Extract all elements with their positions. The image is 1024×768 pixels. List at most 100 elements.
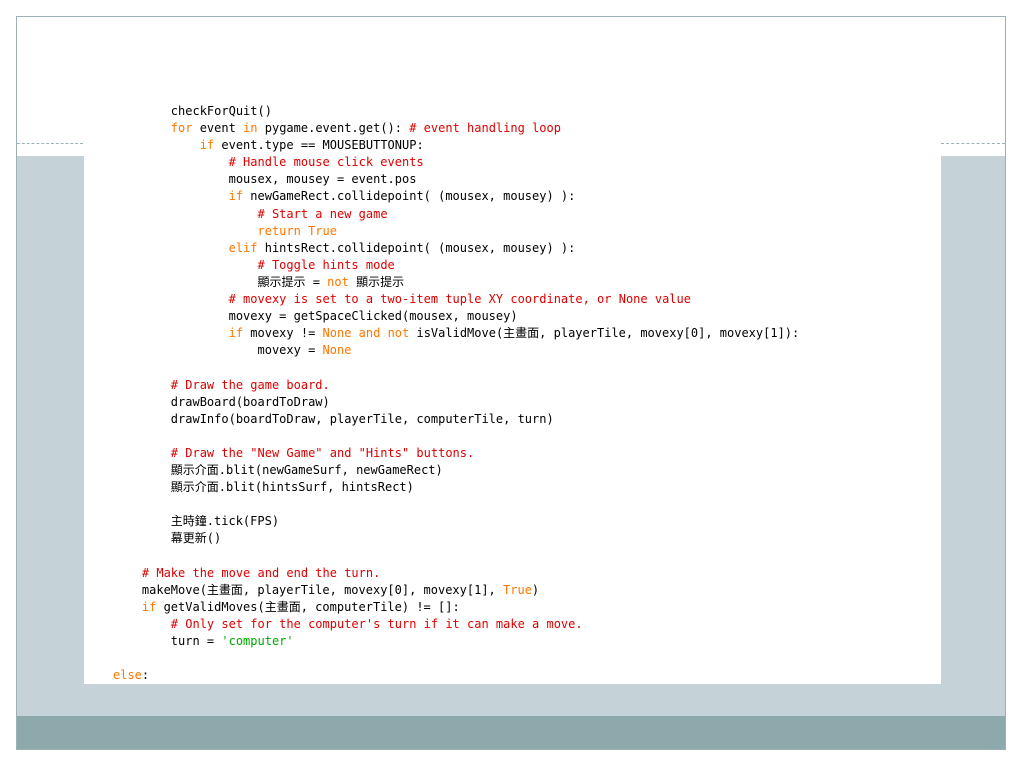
code-text: 顯示介面.blit(newGameSurf, newGameRect) [113, 462, 443, 477]
code-line: elif hintsRect.collidepoint( (mousex, mo… [113, 240, 799, 257]
code-keyword: if [199, 138, 215, 153]
code-keyword: not [327, 274, 349, 289]
code-text: hintsRect.collidepoint( (mousex, mousey)… [257, 240, 576, 255]
code-line: if newGameRect.collidepoint( (mousex, mo… [113, 188, 799, 205]
code-comment: # Make the move and end the turn. [141, 565, 381, 580]
code-line: movexy = None [113, 342, 799, 359]
code-line: if getValidMoves(主畫面, computerTile) != [… [113, 599, 799, 616]
code-text: newGameRect.collidepoint( (mousex, mouse… [243, 189, 576, 204]
slide: checkForQuit() for event in pygame.event… [16, 16, 1006, 750]
code-text: pygame.event.get(): [257, 121, 410, 136]
code-comment: # Draw the game board. [170, 377, 330, 392]
code-text: checkForQuit() [113, 104, 272, 118]
code-comment: # movexy is set to a two-item tuple XY c… [228, 292, 691, 307]
code-text: isValidMove(主畫面, playerTile, movexy[0], … [409, 326, 800, 341]
code-keyword: else [113, 668, 142, 683]
code-text: movexy != [243, 326, 323, 341]
code-keyword: in [243, 121, 258, 136]
code-line: # Make the move and end the turn. [113, 565, 799, 582]
code-text: movexy = [113, 343, 323, 358]
code-block: checkForQuit() for event in pygame.event… [113, 103, 799, 684]
code-text: : [141, 668, 150, 683]
code-keyword: None [322, 343, 352, 358]
code-line: return True [113, 223, 799, 240]
code-line: 顯示提示 = not 顯示提示 [113, 274, 799, 291]
code-comment: # event handling loop [409, 121, 561, 136]
code-line: # Toggle hints mode [113, 257, 799, 274]
code-text: makeMove(主畫面, playerTile, movexy[0], mov… [113, 582, 504, 597]
code-line: 顯示介面.blit(hintsSurf, hintsRect) [113, 479, 799, 496]
code-line: else: [113, 667, 799, 684]
code-comment: # Draw the "New Game" and "Hints" button… [170, 445, 475, 460]
code-line: checkForQuit() [113, 103, 799, 120]
code-line: # Draw the game board. [113, 377, 799, 394]
code-line: drawBoard(boardToDraw) [113, 394, 799, 411]
slide-footer-band [17, 716, 1005, 749]
divider-line-left [17, 143, 83, 144]
code-text: 顯示介面.blit(hintsSurf, hintsRect) [113, 480, 414, 495]
code-keyword: for [170, 121, 193, 136]
code-text: 顯示提示 [348, 274, 405, 289]
code-line: drawInfo(boardToDraw, playerTile, comput… [113, 411, 799, 428]
code-text: getValidMoves(主畫面, computerTile) != []: [156, 599, 460, 614]
code-comment: # Only set for the computer's turn if it… [170, 616, 583, 631]
code-line: 幕更新() [113, 530, 799, 547]
code-text: turn = [113, 633, 222, 648]
code-keyword: and not [358, 326, 410, 341]
code-keyword: if [141, 599, 157, 614]
code-line: # Handle mouse click events [113, 154, 799, 171]
code-keyword: None [322, 326, 352, 341]
code-text: drawInfo(boardToDraw, playerTile, comput… [113, 411, 554, 426]
divider-line-right [941, 143, 1005, 144]
code-text: 顯示提示 = [113, 274, 328, 289]
code-line: # Start a new game [113, 206, 799, 223]
code-line: 顯示介面.blit(newGameSurf, newGameRect) [113, 462, 799, 479]
code-text: 主時鐘.tick(FPS) [113, 514, 280, 529]
code-line: 主時鐘.tick(FPS) [113, 513, 799, 530]
code-line: makeMove(主畫面, playerTile, movexy[0], mov… [113, 582, 799, 599]
code-text: ) [531, 582, 540, 597]
code-text: mousex, mousey = event.pos [113, 172, 417, 187]
code-string: 'computer' [221, 633, 294, 648]
code-comment: # Toggle hints mode [257, 257, 395, 272]
code-text: event.type == MOUSEBUTTONUP: [214, 138, 424, 153]
code-keyword: True [503, 582, 532, 597]
code-keyword: if [228, 189, 244, 204]
code-keyword: if [228, 326, 244, 341]
code-line: if movexy != None and not isValidMove(主畫… [113, 325, 800, 342]
code-text: event [192, 121, 244, 136]
code-line: mousex, mousey = event.pos [113, 171, 799, 188]
code-line: # Only set for the computer's turn if it… [113, 616, 799, 633]
code-text: movexy = getSpaceClicked(mousex, mousey) [113, 309, 518, 324]
code-line: if event.type == MOUSEBUTTONUP: [113, 137, 799, 154]
code-keyword: return True [257, 223, 337, 238]
code-text: drawBoard(boardToDraw) [113, 394, 330, 409]
code-text: 幕更新() [113, 531, 222, 546]
code-line: for event in pygame.event.get(): # event… [113, 120, 799, 137]
code-keyword: elif [228, 240, 258, 255]
code-line: turn = 'computer' [113, 633, 799, 650]
code-comment: # Handle mouse click events [228, 155, 424, 170]
code-line: movexy = getSpaceClicked(mousex, mousey) [113, 308, 799, 325]
code-line: # movexy is set to a two-item tuple XY c… [113, 291, 799, 308]
